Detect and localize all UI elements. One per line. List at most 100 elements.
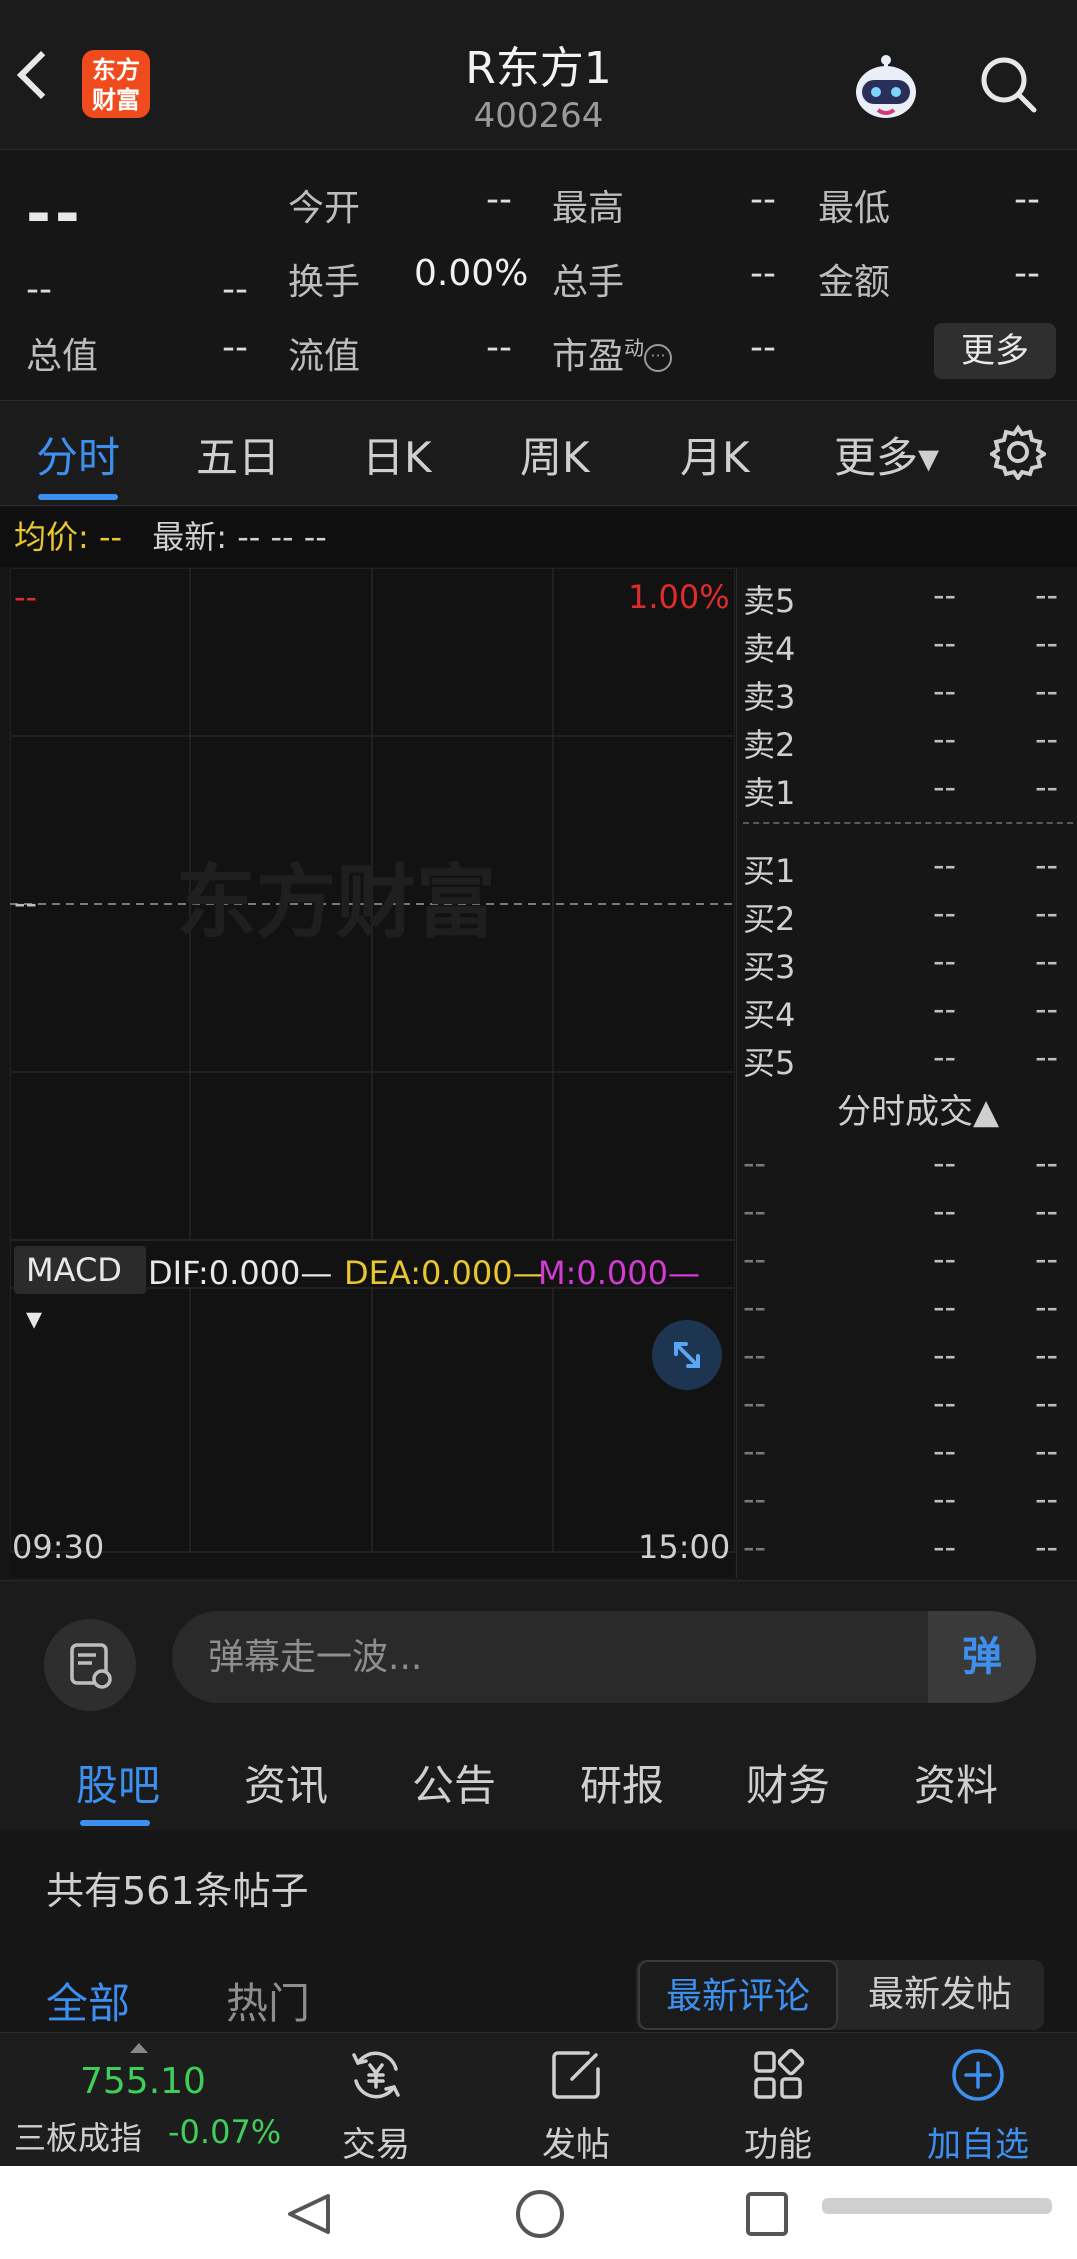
bid-volume: -- <box>1035 894 1059 932</box>
chart-grid <box>10 568 735 1553</box>
bid-row: 买4 -- -- <box>737 990 1077 1038</box>
current-price: -- <box>26 179 84 249</box>
chart-top-right-pct: 1.00% <box>628 578 730 616</box>
tab-profile[interactable]: 资料 <box>914 1752 998 1813</box>
index-change[interactable]: -0.07% <box>168 2113 281 2151</box>
ask-row: 卖2 -- -- <box>737 720 1077 768</box>
float-value: -- <box>486 327 512 368</box>
post-button[interactable]: 发帖 <box>506 2033 646 2167</box>
tab-more-periods[interactable]: 更多▾ <box>834 424 939 485</box>
ask-volume: -- <box>1035 672 1059 710</box>
intraday-chart[interactable]: -- 1.00% -- 东方财富 DIF:0.000— DEA:0.000— M… <box>10 568 735 1578</box>
bid-label: 买2 <box>743 900 796 938</box>
ask-volume: -- <box>1035 576 1059 614</box>
trade-price: -- <box>933 1144 957 1182</box>
trade-time: -- <box>743 1192 767 1230</box>
active-tab-indicator <box>38 494 118 500</box>
danmaku-settings-button[interactable] <box>44 1619 136 1711</box>
fullscreen-button[interactable] <box>652 1320 722 1390</box>
ask-label: 卖3 <box>743 678 796 716</box>
low-value: -- <box>1014 179 1040 220</box>
avg-price-label: 均价: <box>14 518 89 556</box>
pe-value: -- <box>750 327 776 368</box>
trade-price: -- <box>933 1528 957 1566</box>
avg-price-value: -- <box>98 518 123 556</box>
tab-announcements[interactable]: 公告 <box>412 1752 496 1813</box>
tab-guba[interactable]: 股吧 <box>76 1752 160 1813</box>
tab-financials[interactable]: 财务 <box>746 1752 830 1813</box>
danmaku-send-button[interactable]: 弹 <box>928 1611 1036 1703</box>
pe-info-icon[interactable]: ··· <box>644 344 673 372</box>
ask-label: 卖2 <box>743 726 796 764</box>
bid-price: -- <box>933 990 957 1028</box>
price-change-pct: -- <box>222 269 248 310</box>
tab-intraday[interactable]: 分时 <box>36 424 120 485</box>
book-divider <box>743 822 1073 824</box>
bid-row: 买2 -- -- <box>737 894 1077 942</box>
filter-all[interactable]: 全部 <box>46 1970 130 2031</box>
trade-time: -- <box>743 1144 767 1182</box>
search-icon[interactable] <box>978 54 1038 114</box>
bid-label: 买4 <box>743 996 796 1034</box>
chart-watermark: 东方财富 <box>176 856 496 949</box>
danmaku-settings-icon <box>70 1643 112 1689</box>
trade-time: -- <box>743 1240 767 1278</box>
bid-price: -- <box>933 1038 957 1076</box>
bid-row: 买3 -- -- <box>737 942 1077 990</box>
add-watchlist-label: 加自选 <box>927 2125 1029 2165</box>
nav-back-icon[interactable] <box>288 2194 330 2234</box>
trade-volume: -- <box>1035 1432 1059 1470</box>
trade-price: -- <box>933 1192 957 1230</box>
macd-indicator-selector[interactable]: MACD ▾ <box>14 1246 146 1337</box>
function-button[interactable]: 功能 <box>708 2033 848 2167</box>
trade-volume: -- <box>1035 1240 1059 1278</box>
danmaku-input[interactable] <box>172 1611 1036 1703</box>
tab-five-day[interactable]: 五日 <box>196 424 280 485</box>
quote-more-button[interactable]: 更多 <box>934 323 1056 379</box>
ask-label: 卖5 <box>743 582 796 620</box>
trade-label: 交易 <box>342 2125 410 2165</box>
filter-hot[interactable]: 热门 <box>226 1970 310 2031</box>
edit-icon <box>552 2051 600 2099</box>
intraday-trades-toggle[interactable]: 分时成交▲ <box>837 1084 999 1133</box>
ask-volume: -- <box>1035 720 1059 758</box>
mktcap-label: 总值 <box>26 336 99 377</box>
danmaku-bar: 弹 <box>0 1580 1077 1724</box>
trade-time: -- <box>743 1432 767 1470</box>
tab-daily-k[interactable]: 日K <box>362 424 432 485</box>
trade-price: -- <box>933 1432 957 1470</box>
ask-row: 卖1 -- -- <box>737 768 1077 816</box>
sort-latest-post[interactable]: 最新发帖 <box>840 1960 1040 2030</box>
ask-row: 卖4 -- -- <box>737 624 1077 672</box>
time-axis-start: 09:30 <box>12 1528 105 1566</box>
yen-cycle-icon <box>352 2051 400 2099</box>
tab-weekly-k[interactable]: 周K <box>520 424 590 485</box>
gear-icon[interactable] <box>990 424 1046 480</box>
add-watchlist-button[interactable]: 加自选 <box>908 2033 1048 2167</box>
trade-time: -- <box>743 1288 767 1326</box>
nav-home-icon[interactable] <box>516 2190 564 2238</box>
sort-toggle: 最新评论 最新发帖 <box>636 1960 1044 2030</box>
index-value[interactable]: 755.10 <box>80 2061 206 2102</box>
nav-recents-icon[interactable] <box>746 2192 788 2236</box>
low-label: 最低 <box>818 188 891 229</box>
post-count: 共有561条帖子 <box>46 1869 309 1913</box>
tab-news[interactable]: 资讯 <box>244 1752 328 1813</box>
turnover-label: 换手 <box>288 262 361 303</box>
ask-label: 卖1 <box>743 774 796 812</box>
bid-label: 买3 <box>743 948 796 986</box>
trade-price: -- <box>933 1480 957 1518</box>
sort-latest-comment[interactable]: 最新评论 <box>638 1960 838 2030</box>
mktcap-value: -- <box>222 327 248 368</box>
index-name[interactable]: 三板成指 <box>14 2113 142 2159</box>
tab-monthly-k[interactable]: 月K <box>680 424 750 485</box>
trade-volume: -- <box>1035 1336 1059 1374</box>
trade-button[interactable]: 交易 <box>306 2033 446 2167</box>
latest-values: -- -- -- <box>237 518 327 556</box>
robot-assistant-icon[interactable] <box>848 52 924 126</box>
pe-label-group: 市盈动 ··· <box>552 327 673 379</box>
trade-price: -- <box>933 1240 957 1278</box>
bid-label: 买5 <box>743 1044 796 1082</box>
function-label: 功能 <box>744 2125 812 2165</box>
tab-research[interactable]: 研报 <box>580 1752 664 1813</box>
